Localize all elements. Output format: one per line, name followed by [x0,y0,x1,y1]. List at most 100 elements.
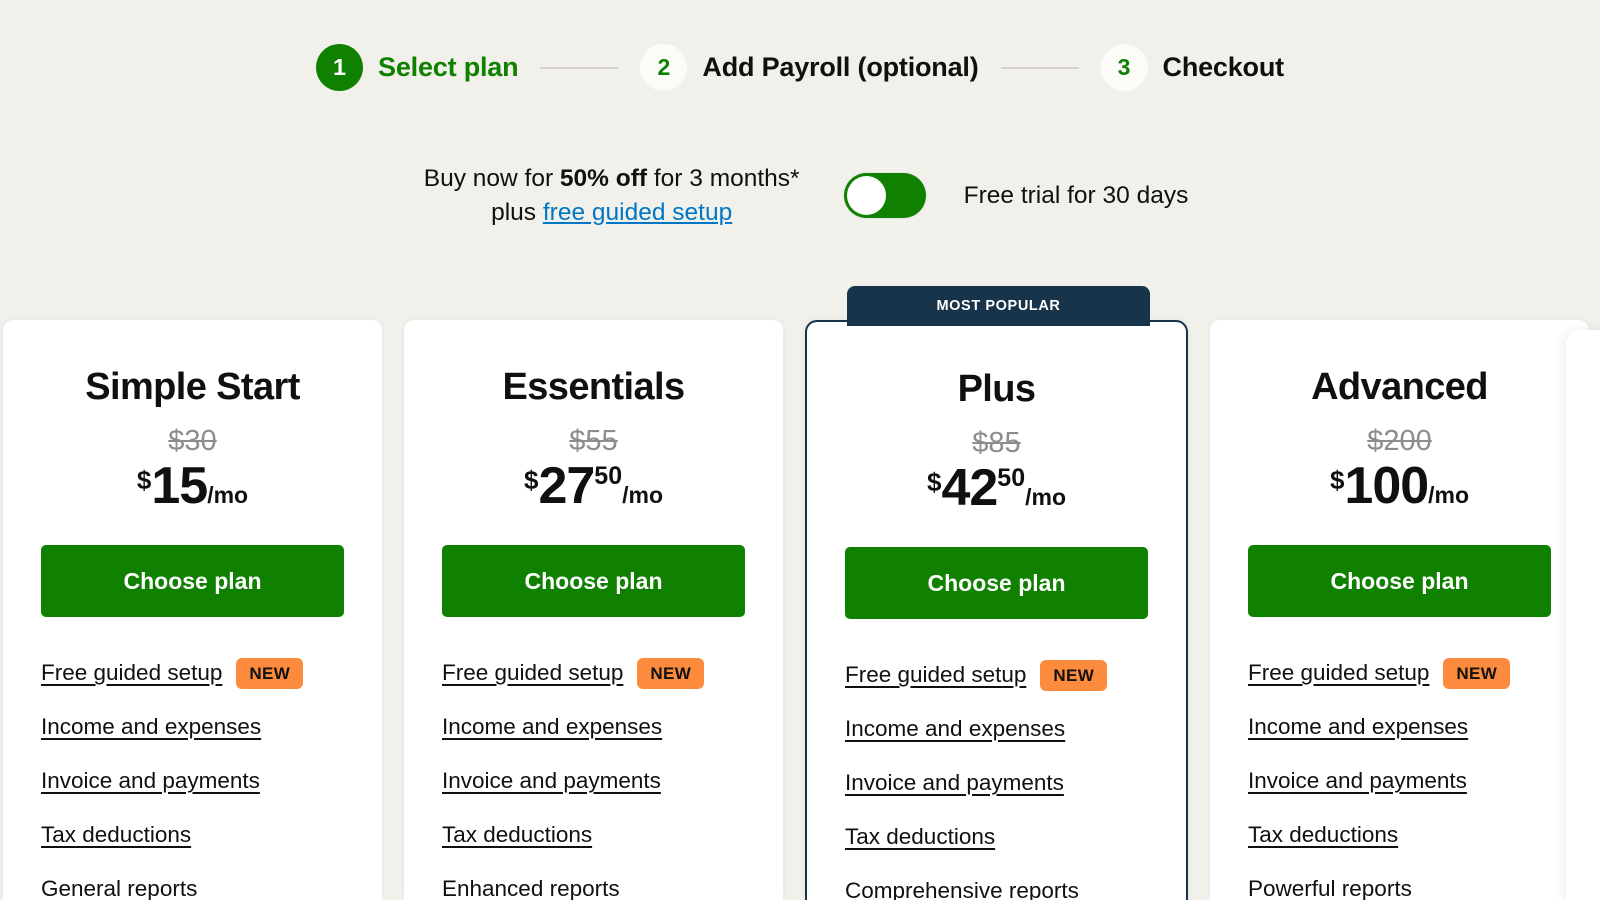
price-original: $30 [168,425,217,457]
feature-item[interactable]: Free guided setup NEW [845,659,1148,691]
feature-item[interactable]: Tax deductions [1248,821,1551,849]
free-trial-label: Free trial for 30 days [963,181,1189,209]
promo-line2-prefix: plus [491,198,543,226]
feature-list: Free guided setup NEW Income and expense… [41,657,344,900]
step-2-number: 2 [640,44,688,91]
price-current: $2750/mo [442,460,745,512]
feature-item[interactable]: Income and expenses [41,713,344,741]
feature-label[interactable]: Comprehensive reports [845,878,1079,900]
feature-label[interactable]: Free guided setup [41,660,222,686]
promo-discount: 50% off [559,165,648,192]
feature-label[interactable]: Invoice and payments [1248,768,1467,794]
feature-item[interactable]: Enhanced reports [442,875,745,900]
feature-item[interactable]: General reports [41,875,344,900]
free-guided-setup-link[interactable]: free guided setup [543,199,732,226]
plan-name: Essentials [502,366,686,408]
price-currency: $ [523,465,539,495]
plan-card-essentials[interactable]: Essentials $55 $2750/mo Choose plan Free… [404,320,783,900]
step-1-select-plan[interactable]: 1 Select plan [316,44,519,91]
price-currency: $ [1329,465,1345,495]
choose-plan-button[interactable]: Choose plan [845,547,1148,619]
feature-item[interactable]: Free guided setup NEW [442,657,745,689]
step-2-label: Add Payroll (optional) [702,52,979,82]
plan-name: Plus [957,368,1036,410]
step-2-add-payroll[interactable]: 2 Add Payroll (optional) [640,44,979,91]
feature-item[interactable]: Income and expenses [442,713,745,741]
price-period: /mo [622,482,663,508]
feature-label[interactable]: Free guided setup [845,662,1026,688]
feature-item[interactable]: Free guided setup NEW [1248,657,1551,689]
choose-plan-button[interactable]: Choose plan [442,545,745,617]
price-amount: 100 [1344,457,1429,515]
price-amount: 42 [941,459,998,517]
promo-toggle-row: Buy now for 50% off for 3 months* plus f… [0,162,1600,230]
plan-name: Advanced [1311,366,1488,408]
price-original: $200 [1367,425,1432,457]
feature-item[interactable]: Income and expenses [1248,713,1551,741]
price-cents: 50 [997,464,1026,492]
pricing-page: 1 Select plan 2 Add Payroll (optional) 3… [0,0,1600,900]
new-badge: NEW [236,657,304,689]
choose-plan-button[interactable]: Choose plan [41,545,344,617]
feature-label[interactable]: Income and expenses [442,714,662,740]
price-currency: $ [926,467,942,497]
plan-cards: Simple Start $30 $15/mo Choose plan Free… [0,286,1600,900]
feature-label[interactable]: Enhanced reports [442,876,620,900]
most-popular-badge: MOST POPULAR [847,286,1150,326]
plan-card-advanced[interactable]: Advanced $200 $100/mo Choose plan Free g… [1210,320,1589,900]
feature-label[interactable]: Invoice and payments [442,768,661,794]
feature-list: Free guided setup NEW Income and expense… [442,657,745,900]
toggle-knob [846,176,886,216]
feature-item[interactable]: Invoice and payments [41,767,344,795]
feature-label[interactable]: Income and expenses [41,714,261,740]
checkout-stepper: 1 Select plan 2 Add Payroll (optional) 3… [0,44,1600,91]
feature-list: Free guided setup NEW Income and expense… [845,659,1148,900]
feature-label[interactable]: Tax deductions [845,824,995,850]
feature-label[interactable]: Tax deductions [442,822,592,848]
feature-label[interactable]: Tax deductions [41,822,191,848]
feature-label[interactable]: Free guided setup [1248,660,1429,686]
feature-label[interactable]: Income and expenses [845,716,1065,742]
price-period: /mo [207,482,249,508]
price-current: $100/mo [1248,460,1551,512]
choose-plan-button[interactable]: Choose plan [1248,545,1551,617]
plan-card-plus[interactable]: MOST POPULAR Plus $85 $4250/mo Choose pl… [805,286,1188,900]
price-cents: 50 [594,462,623,490]
feature-item[interactable]: Income and expenses [845,715,1148,743]
feature-item[interactable]: Invoice and payments [845,769,1148,797]
feature-label[interactable]: Tax deductions [1248,822,1398,848]
feature-item[interactable]: Free guided setup NEW [41,657,344,689]
price-amount: 15 [151,457,208,515]
next-plan-card-peek[interactable] [1566,330,1600,900]
feature-label[interactable]: Free guided setup [442,660,623,686]
promo-line1-suffix: for 3 months* [647,165,800,192]
feature-item[interactable]: Tax deductions [41,821,344,849]
feature-item[interactable]: Invoice and payments [442,767,745,795]
feature-item[interactable]: Tax deductions [442,821,745,849]
feature-item[interactable]: Comprehensive reports [845,877,1148,900]
free-trial-toggle[interactable] [843,173,926,219]
feature-item[interactable]: Invoice and payments [1248,767,1551,795]
feature-item[interactable]: Powerful reports [1248,875,1551,900]
feature-label[interactable]: General reports [41,876,197,900]
feature-label[interactable]: Powerful reports [1248,876,1412,900]
feature-item[interactable]: Tax deductions [845,823,1148,851]
feature-label[interactable]: Invoice and payments [845,770,1064,796]
price-original: $85 [972,427,1021,459]
promo-text: Buy now for 50% off for 3 months* plus f… [412,162,812,230]
price-period: /mo [1428,482,1470,508]
feature-list: Free guided setup NEW Income and expense… [1248,657,1551,900]
step-connector-2 [1000,66,1079,69]
price-current: $15/mo [41,460,344,512]
price-period: /mo [1025,484,1066,510]
step-1-label: Select plan [378,52,519,82]
feature-label[interactable]: Income and expenses [1248,714,1468,740]
step-connector-1 [540,66,619,69]
promo-line1-prefix: Buy now for [423,165,560,192]
new-badge: NEW [637,657,705,689]
step-3-checkout[interactable]: 3 Checkout [1100,44,1284,91]
feature-label[interactable]: Invoice and payments [41,768,260,794]
new-badge: NEW [1443,657,1511,689]
plan-name: Simple Start [85,366,300,408]
plan-card-simple-start[interactable]: Simple Start $30 $15/mo Choose plan Free… [3,320,382,900]
